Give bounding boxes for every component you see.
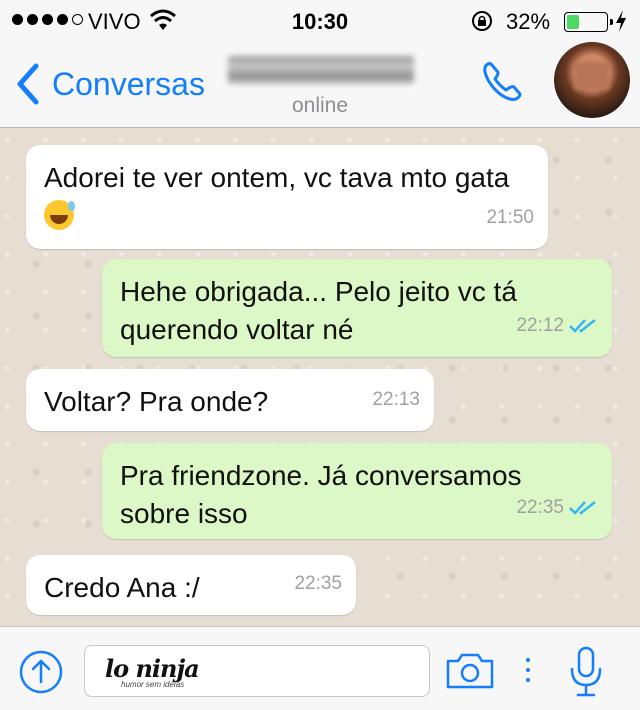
message-bubble-outgoing[interactable]: Hehe obrigada... Pelo jeito vc tá queren… — [102, 259, 612, 357]
contact-avatar[interactable] — [554, 42, 630, 118]
sweat-smile-emoji-icon — [44, 200, 75, 230]
phone-icon[interactable] — [478, 58, 526, 106]
message-time: 21:50 — [486, 207, 534, 228]
presence-status: online — [291, 94, 349, 117]
read-ticks-icon — [569, 501, 596, 515]
message-meta: 22:35 — [294, 565, 342, 603]
message-bubble-incoming[interactable]: Credo Ana :/ 22:35 — [26, 555, 356, 615]
back-button[interactable]: Conversas — [14, 62, 205, 106]
message-text: Voltar? Pra onde? — [44, 386, 269, 417]
charging-bolt-icon — [616, 10, 626, 32]
message-time: 22:12 — [516, 315, 564, 336]
message-list[interactable]: Adorei te ver ontem, vc tava mto gata 21… — [0, 129, 640, 625]
camera-icon[interactable] — [444, 651, 496, 691]
message-time: 22:35 — [516, 497, 564, 518]
upload-icon[interactable] — [18, 649, 64, 695]
watermark-subtitle: humor sem ideias — [121, 680, 185, 689]
message-bubble-incoming[interactable]: Adorei te ver ontem, vc tava mto gata 21… — [26, 145, 548, 249]
message-bubble-outgoing[interactable]: Pra friendzone. Já conversamos sobre iss… — [102, 443, 612, 539]
status-bar: VIVO 10:30 32% — [0, 0, 640, 42]
read-ticks-icon — [569, 319, 596, 333]
message-meta: 22:35 — [516, 489, 598, 527]
message-text: Adorei te ver ontem, vc tava mto gata — [44, 159, 530, 235]
message-input[interactable]: lo ninja humor sem ideias — [84, 645, 430, 697]
message-bubble-incoming[interactable]: Voltar? Pra onde? 22:13 — [26, 369, 434, 431]
microphone-icon[interactable] — [566, 645, 606, 699]
battery-percent: 32% — [506, 9, 551, 34]
message-meta: 22:13 — [372, 381, 420, 419]
back-label: Conversas — [52, 65, 205, 102]
more-dots-icon[interactable] — [524, 655, 532, 687]
watermark-logo: lo ninja — [105, 654, 200, 683]
chat-header: Conversas online — [0, 42, 640, 128]
chevron-left-icon — [17, 63, 39, 105]
rotation-lock-icon — [472, 11, 492, 31]
composer-bar: lo ninja humor sem ideias — [0, 626, 640, 710]
contact-name-redacted[interactable] — [228, 56, 414, 84]
message-time: 22:13 — [372, 389, 420, 410]
battery-icon — [564, 12, 613, 32]
message-meta: 21:50 — [486, 199, 534, 237]
message-meta: 22:12 — [516, 307, 598, 345]
message-time: 22:35 — [294, 573, 342, 594]
